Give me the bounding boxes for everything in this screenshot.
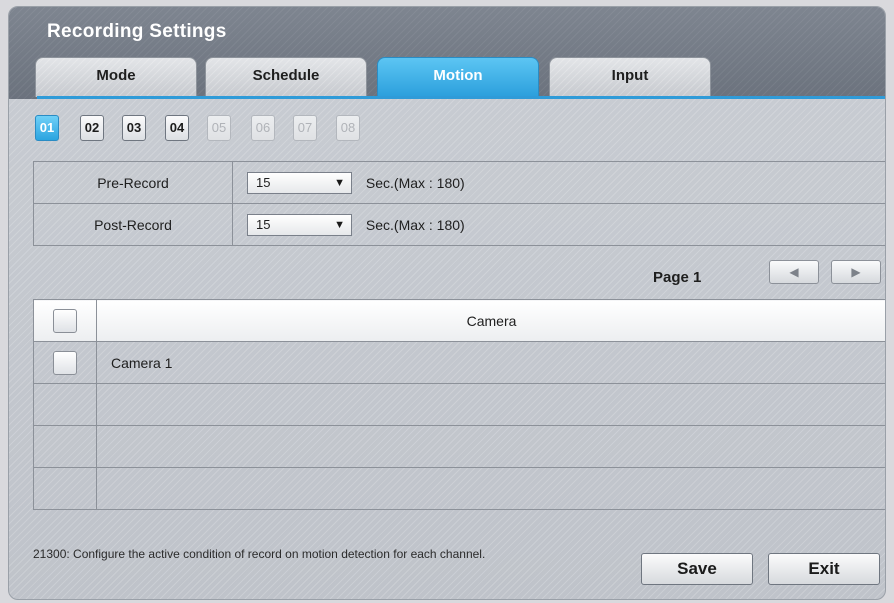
select-all-checkbox[interactable]: [53, 308, 77, 333]
channel-button-05: 05: [207, 115, 231, 141]
pre-record-row: Pre-Record 15 ▼ Sec.(Max : 180): [33, 161, 885, 204]
pre-record-label: Pre-Record: [33, 161, 233, 204]
post-record-value: 15: [256, 216, 271, 232]
camera-table: Camera Camera 1: [33, 299, 885, 510]
table-row: [33, 425, 885, 468]
recording-settings-window: Recording Settings Mode Schedule Motion …: [8, 6, 886, 600]
channel-button-02[interactable]: 02: [80, 115, 104, 141]
camera-column-header: Camera: [96, 299, 885, 342]
post-record-unit: Sec.(Max : 180): [365, 216, 465, 233]
tab-schedule[interactable]: Schedule: [205, 57, 367, 97]
channel-button-01[interactable]: 01: [35, 115, 59, 141]
dropdown-arrow-icon: ▼: [334, 218, 345, 231]
page-indicator: Page 1: [653, 269, 702, 286]
prev-page-button[interactable]: ◀: [769, 260, 819, 284]
camera-name-cell: [96, 383, 885, 426]
triangle-right-icon: ▶: [851, 265, 861, 279]
camera-table-header: Camera: [33, 299, 885, 342]
record-duration-table: Pre-Record 15 ▼ Sec.(Max : 180) Post-Rec…: [33, 161, 885, 246]
post-record-select[interactable]: 15 ▼: [247, 213, 352, 236]
empty-cell: [33, 425, 97, 468]
dropdown-arrow-icon: ▼: [334, 176, 345, 189]
triangle-left-icon: ◀: [789, 265, 799, 279]
channel-button-06: 06: [251, 115, 275, 141]
table-row: [33, 467, 885, 510]
channel-button-04[interactable]: 04: [165, 115, 189, 141]
tab-underline: [37, 96, 885, 99]
exit-button[interactable]: Exit: [768, 553, 880, 585]
channel-button-07: 07: [293, 115, 317, 141]
tab-motion[interactable]: Motion: [377, 57, 539, 97]
camera-1-checkbox[interactable]: [53, 350, 77, 375]
empty-cell: [33, 467, 97, 510]
empty-cell: [33, 383, 97, 426]
table-row: Camera 1: [33, 341, 885, 384]
camera-name-cell: [96, 467, 885, 510]
pre-record-unit: Sec.(Max : 180): [365, 174, 465, 191]
help-text: 21300: Configure the active condition of…: [33, 547, 486, 561]
channel-button-08: 08: [336, 115, 360, 141]
save-button[interactable]: Save: [641, 553, 753, 585]
window-title: Recording Settings: [47, 21, 227, 42]
table-row: [33, 383, 885, 426]
pre-record-select[interactable]: 15 ▼: [247, 171, 352, 194]
tab-input[interactable]: Input: [549, 57, 711, 97]
post-record-row: Post-Record 15 ▼ Sec.(Max : 180): [33, 203, 885, 246]
title-bar: Recording Settings Mode Schedule Motion …: [9, 7, 885, 99]
channel-button-03[interactable]: 03: [122, 115, 146, 141]
next-page-button[interactable]: ▶: [831, 260, 881, 284]
post-record-label: Post-Record: [33, 203, 233, 246]
camera-name-cell: [96, 425, 885, 468]
tab-mode[interactable]: Mode: [35, 57, 197, 97]
pre-record-value: 15: [256, 174, 271, 190]
camera-name-cell: Camera 1: [96, 341, 885, 384]
